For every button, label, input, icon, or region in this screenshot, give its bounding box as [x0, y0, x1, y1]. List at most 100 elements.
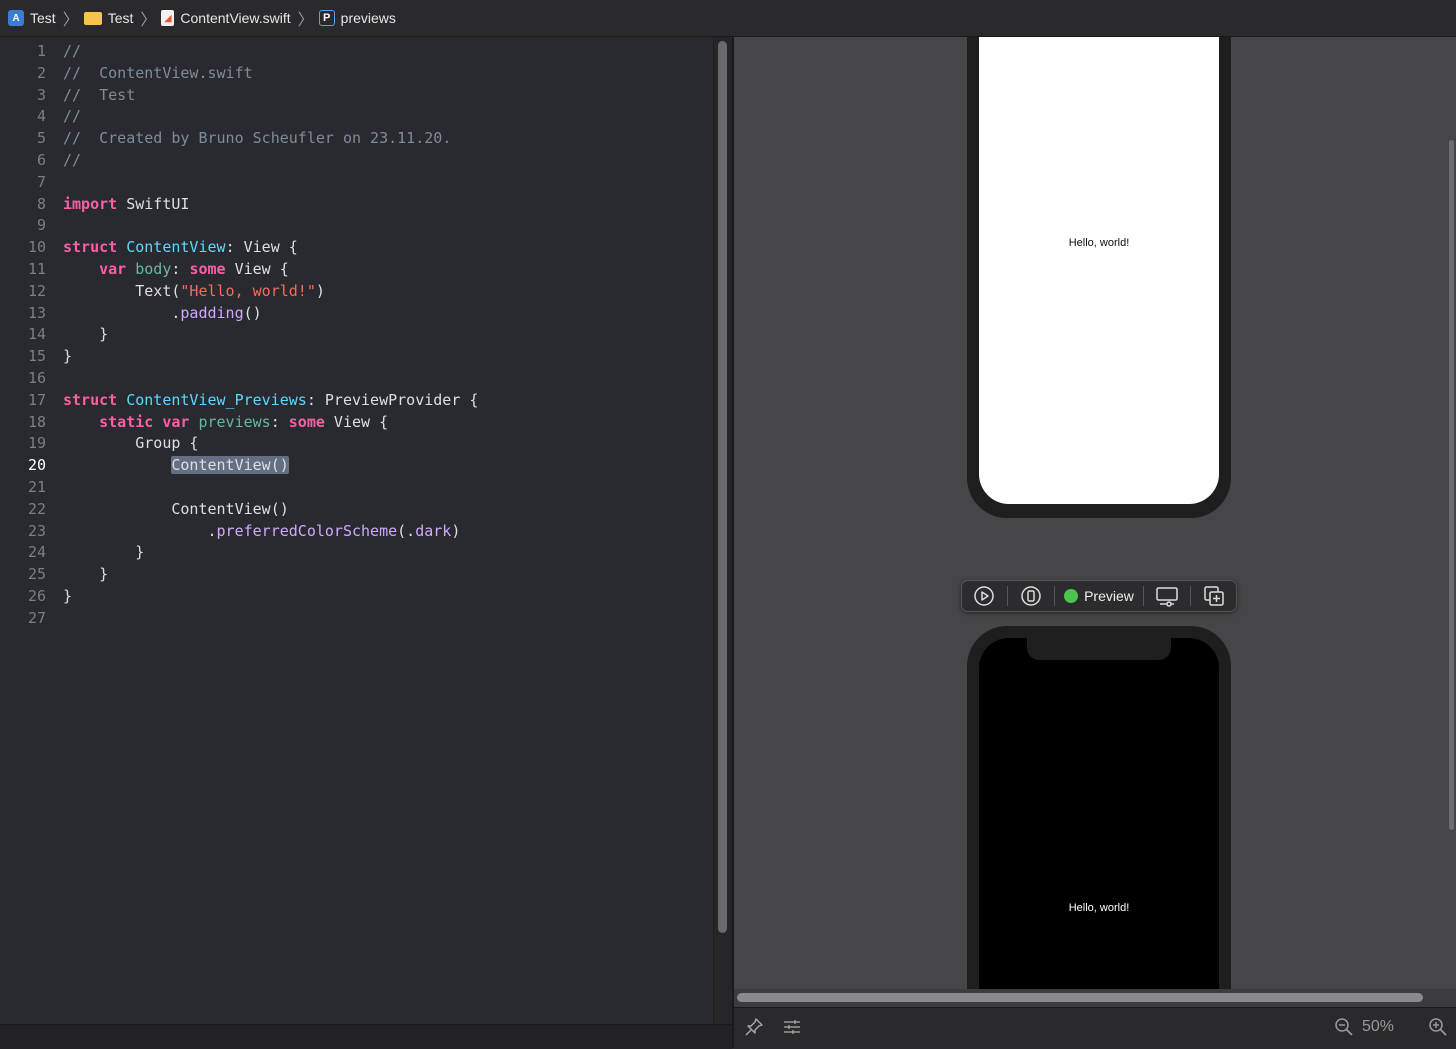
line-number: 5 — [36, 129, 46, 148]
zoom-out-icon — [1335, 1018, 1353, 1036]
line-number: 12 — [27, 281, 46, 300]
line-number-gutter: 1 2 3 4 5 6 7 8 9 10 11 12 13 14 15 16 17 18 19 20 21 22 23 24 2… — [0, 41, 50, 630]
live-preview-button[interactable] — [970, 582, 998, 610]
zoom-level[interactable]: 50% — [1362, 1018, 1394, 1036]
code-line[interactable]: ContentView() — [63, 499, 478, 521]
code-token: SwiftUI — [117, 194, 190, 213]
zoom-in-button[interactable] — [1426, 1015, 1450, 1039]
code-line[interactable]: } — [63, 564, 478, 586]
code-line[interactable]: // Created by Bruno Scheufler on 23.11.2… — [63, 128, 478, 150]
code-line[interactable]: } — [63, 586, 478, 608]
code-token: ContentView_Previews — [126, 390, 307, 409]
code-token: var — [99, 259, 127, 278]
toolbar-divider — [1054, 586, 1056, 606]
code-line[interactable]: } — [63, 324, 478, 346]
preview-screen-light[interactable]: Hello, world! — [979, 37, 1219, 504]
editor-vertical-scrollbar[interactable] — [713, 37, 733, 1024]
code-line[interactable] — [63, 608, 478, 630]
breadcrumb-label: ContentView.swift — [180, 10, 291, 26]
code-line[interactable]: static var previews: some View { — [63, 412, 478, 434]
canvas-vertical-scrollbar[interactable] — [1449, 140, 1454, 830]
preview-screen-dark[interactable]: Hello, world! — [979, 638, 1219, 989]
code-line[interactable]: // Test — [63, 85, 478, 107]
line-number: 14 — [27, 325, 46, 344]
line-number: 19 — [27, 434, 46, 453]
line-number: 27 — [27, 608, 46, 627]
zoom-out-button[interactable] — [1332, 1015, 1356, 1039]
code-line[interactable] — [63, 477, 478, 499]
line-number: 23 — [27, 521, 46, 540]
code-line[interactable]: struct ContentView_Previews: PreviewProv… — [63, 390, 478, 412]
code-token: var — [162, 412, 190, 431]
source-code[interactable]: // // ContentView.swift // Test // // Create… — [63, 41, 478, 630]
code-line[interactable]: Group { — [63, 433, 478, 455]
code-token: "Hello, world!" — [180, 281, 316, 300]
device-notch — [1027, 638, 1171, 660]
code-line[interactable]: // — [63, 41, 478, 63]
line-number: 6 — [36, 150, 46, 169]
scrollbar-thumb[interactable] — [737, 993, 1423, 1002]
canvas-settings-button[interactable] — [780, 1015, 804, 1039]
code-token: ContentView — [126, 238, 226, 257]
preview-canvas[interactable]: Hello, world! Preview Hello, world! — [734, 37, 1456, 989]
code-line[interactable]: struct ContentView: View { — [63, 237, 478, 259]
code-token: static — [99, 412, 154, 431]
canvas-horizontal-scrollbar[interactable] — [734, 989, 1456, 1007]
folder-icon — [83, 11, 102, 25]
code-token: } — [63, 586, 73, 605]
code-line[interactable]: // — [63, 106, 478, 128]
line-number: 15 — [27, 347, 46, 366]
line-number: 11 — [27, 259, 46, 278]
breadcrumb-project[interactable]: A Test — [8, 10, 60, 26]
code-line[interactable] — [63, 172, 478, 194]
line-number: 9 — [36, 216, 46, 235]
breadcrumb-label: Test — [107, 10, 134, 26]
code-line[interactable]: .padding() — [63, 303, 478, 325]
code-token: some — [189, 259, 226, 278]
code-line[interactable]: var body: some View { — [63, 259, 478, 281]
breadcrumb-folder[interactable]: Test — [83, 10, 138, 26]
chevron-right-icon: 〉 — [297, 12, 314, 29]
code-token: (. — [397, 521, 416, 540]
code-line[interactable]: } — [63, 346, 478, 368]
status-dot-icon — [1064, 589, 1079, 603]
line-number: 7 — [36, 172, 46, 191]
code-token: View { — [324, 412, 389, 431]
code-token: body — [135, 259, 172, 278]
code-line[interactable]: } — [63, 542, 478, 564]
toolbar-divider — [1142, 586, 1144, 606]
code-line[interactable]: .preferredColorScheme(.dark) — [63, 521, 478, 543]
line-number: 26 — [27, 586, 46, 605]
line-number: 13 — [27, 303, 46, 322]
toolbar-divider — [1189, 586, 1191, 606]
code-line[interactable] — [63, 215, 478, 237]
code-line[interactable]: // — [63, 150, 478, 172]
swift-file-icon: ◢ — [161, 10, 175, 26]
breadcrumb-file[interactable]: ◢ ContentView.swift — [161, 10, 294, 26]
duplicate-preview-button[interactable] — [1200, 582, 1228, 610]
line-number: 22 — [27, 499, 46, 518]
inspect-preview-button[interactable] — [1153, 582, 1181, 610]
code-editor[interactable]: 1 2 3 4 5 6 7 8 9 10 11 12 13 14 15 16 17 18 19 20 21 22 23 24 2… — [0, 37, 713, 1024]
code-line[interactable]: import SwiftUI — [63, 194, 478, 216]
scrollbar-thumb[interactable] — [718, 41, 727, 933]
line-number: 21 — [27, 477, 46, 496]
code-token: Group { — [63, 434, 199, 453]
project-icon: A — [8, 10, 24, 26]
run-on-device-button[interactable] — [1017, 582, 1045, 610]
code-line[interactable] — [63, 368, 478, 390]
preview-status[interactable]: Preview — [1064, 588, 1134, 604]
code-line[interactable]: // ContentView.swift — [63, 63, 478, 85]
pin-preview-button[interactable] — [742, 1015, 766, 1039]
code-line[interactable]: ContentView() — [63, 455, 478, 477]
code-line[interactable]: Text("Hello, world!") — [63, 281, 478, 303]
pin-icon — [745, 1018, 763, 1036]
breadcrumb-symbol[interactable]: P previews — [318, 10, 400, 26]
code-token: ContentView() — [63, 499, 289, 518]
code-token: : — [270, 412, 289, 431]
